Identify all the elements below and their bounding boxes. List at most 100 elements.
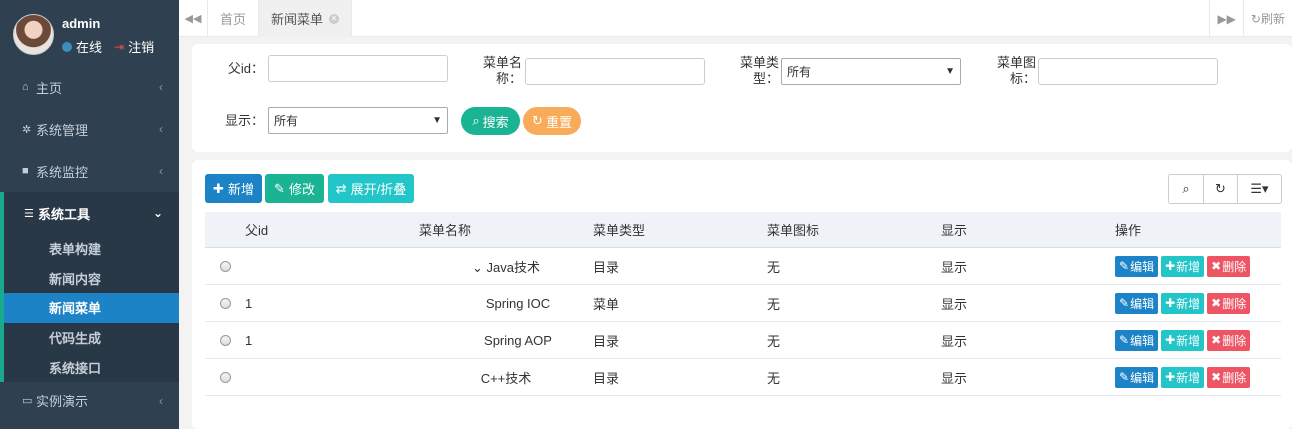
expand-button-label: 展开/折叠 [350,182,407,197]
row-radio[interactable] [219,260,231,272]
sidebar-item-demo[interactable]: ▭ 实例演示 ‹ [0,382,179,420]
display-select[interactable]: 所有 ▼ [268,107,448,134]
row-add-button[interactable]: ✚ 新增 [1161,292,1205,314]
avatar[interactable] [13,14,54,55]
cell-display: 显示 [941,296,968,312]
columns-toggle-button[interactable]: ☰▾ [1237,175,1281,203]
expand-collapse-button[interactable]: ⇄ 展开/折叠 [328,174,414,203]
table-refresh-button[interactable]: ↻ [1203,175,1237,203]
tab-news-menu[interactable]: 新闻菜单 ✕ [259,0,353,37]
search-icon: ⌕ [1182,181,1190,196]
sidebar-subitem-news-menu[interactable]: 新闻菜单 [4,293,179,323]
menu-icon-input[interactable] [1038,57,1218,85]
sidebar-subitem-system-api[interactable]: 系统接口 [4,352,179,382]
cell-menu-type: 目录 [593,370,620,386]
logout-icon[interactable]: ⇥ [114,40,124,54]
row-radio[interactable] [219,334,231,346]
row-edit-button[interactable]: ✎ 编辑 [1115,292,1159,314]
menu-name-field-group: 菜单名称： [472,55,705,87]
edit-button[interactable]: ✎ 修改 [265,174,324,203]
column-header-menu-name[interactable]: 菜单名称 [419,220,593,239]
sidebar-item-system-monitor[interactable]: ■ 系统监控 ‹ [0,150,179,192]
edit-icon: ✎ [1119,259,1130,273]
cell-actions: ✎ 编辑 ✚ 新增 ✖ 删除 [1115,292,1281,314]
refresh-tab-button[interactable]: ↻ 刷新 [1242,0,1292,37]
row-add-label: 新增 [1176,296,1201,311]
row-delete-button[interactable]: ✖ 删除 [1207,366,1251,388]
sidebar-item-home[interactable]: ⌂ 主页 ‹ [0,66,179,108]
row-edit-button[interactable]: ✎ 编辑 [1115,329,1159,351]
row-edit-button[interactable]: ✎ 编辑 [1115,366,1159,388]
remove-icon: ✖ [1211,370,1222,384]
close-icon[interactable]: ✕ [329,13,340,24]
row-edit-button[interactable]: ✎ 编辑 [1115,255,1159,277]
table-row[interactable]: 1 Spring IOC 菜单 无 显示 ✎ 编辑 ✚ 新增 ✖ 删除 [205,285,1281,322]
table-search-button[interactable]: ⌕ [1169,175,1203,203]
plus-icon: ✚ [1165,333,1176,347]
cell-menu-name: Spring AOP [419,333,593,348]
column-header-parent-id[interactable]: 父id [245,220,419,239]
user-panel: admin 在线 ⇥ 注销 [0,0,179,66]
row-delete-button[interactable]: ✖ 删除 [1207,292,1251,314]
row-edit-label: 编辑 [1130,370,1155,385]
table-panel: ✚ 新增 ✎ 修改 ⇄ 展开/折叠 ⌕ ↻ ☰▾ 父id 菜单名称 菜单类型 菜… [192,160,1292,429]
table-header: 父id 菜单名称 菜单类型 菜单图标 显示 操作 [205,212,1281,248]
row-edit-label: 编辑 [1130,296,1155,311]
chevron-down-icon[interactable]: ⌄ [472,260,483,275]
tab-home[interactable]: 首页 [208,0,260,37]
sidebar-item-system-management[interactable]: ✲ 系统管理 ‹ [0,108,179,150]
row-radio[interactable] [219,371,231,383]
user-name: admin [62,16,101,31]
desktop-icon: ▭ [22,395,33,408]
online-status-icon [62,41,72,52]
table-row[interactable]: 1 Spring AOP 目录 无 显示 ✎ 编辑 ✚ 新增 ✖ 删除 [205,322,1281,359]
column-header-display[interactable]: 显示 [941,220,1115,239]
menu-type-select[interactable]: 所有 ▼ [781,57,961,85]
row-add-button[interactable]: ✚ 新增 [1161,329,1205,351]
tab-scroll-right-icon[interactable]: ▶▶ [1209,0,1242,37]
cell-actions: ✎ 编辑 ✚ 新增 ✖ 删除 [1115,255,1281,277]
table-tools: ⌕ ↻ ☰▾ [1168,174,1282,204]
logout-link[interactable]: 注销 [128,37,154,56]
cell-menu-icon: 无 [767,333,781,349]
sidebar-subitem-news-content[interactable]: 新闻内容 [4,264,179,294]
edit-icon: ✎ [274,180,285,196]
refresh-icon: ↻ [1250,11,1261,26]
exchange-icon: ⇄ [335,180,347,196]
sidebar-item-system-tools[interactable]: ☰ 系统工具 ⌄ [0,192,179,234]
row-add-button[interactable]: ✚ 新增 [1161,255,1205,277]
row-edit-label: 编辑 [1130,259,1155,274]
reset-button[interactable]: ↻ 重置 [523,107,581,135]
menu-name-text: C++技术 [480,370,532,386]
menu-name-label: 菜单名称： [482,55,522,86]
column-header-menu-type[interactable]: 菜单类型 [593,220,767,239]
tab-scroll-left-icon[interactable]: ◀◀ [179,0,208,37]
row-radio[interactable] [219,297,231,309]
sidebar-subitem-code-gen[interactable]: 代码生成 [4,323,179,353]
user-status: 在线 ⇥ 注销 [62,37,154,56]
display-label: 显示： [224,112,264,128]
menu-type-field-group: 菜单类型： 所有 ▼ [729,55,961,87]
sidebar-subitem-form-builder[interactable]: 表单构建 [4,234,179,264]
menu-name-input[interactable] [525,57,705,85]
refresh-icon: ↻ [1215,181,1226,196]
home-icon: ⌂ [22,81,29,93]
sidebar-submenu: 表单构建 新闻内容 新闻菜单 代码生成 系统接口 [0,234,179,382]
search-button[interactable]: ⌕ 搜索 [461,107,520,135]
tab-bar-right: ▶▶ ↻ 刷新 [1209,0,1292,37]
add-button[interactable]: ✚ 新增 [205,174,262,203]
parent-id-field-group: 父id： [212,55,448,82]
column-header-menu-icon[interactable]: 菜单图标 [767,220,941,239]
table-row[interactable]: ⌄ Java技术 目录 无 显示 ✎ 编辑 ✚ 新增 ✖ 删除 [205,248,1281,285]
row-delete-button[interactable]: ✖ 删除 [1207,255,1251,277]
row-add-button[interactable]: ✚ 新增 [1161,366,1205,388]
row-add-label: 新增 [1176,259,1201,274]
parent-id-input[interactable] [268,55,448,82]
table-row[interactable]: C++技术 目录 无 显示 ✎ 编辑 ✚ 新增 ✖ 删除 [205,359,1281,396]
row-add-label: 新增 [1176,333,1201,348]
cell-menu-icon: 无 [767,370,781,386]
edit-button-label: 修改 [288,182,315,197]
row-delete-button[interactable]: ✖ 删除 [1207,329,1251,351]
column-header-actions: 操作 [1115,223,1142,238]
tab-label: 首页 [220,12,247,27]
